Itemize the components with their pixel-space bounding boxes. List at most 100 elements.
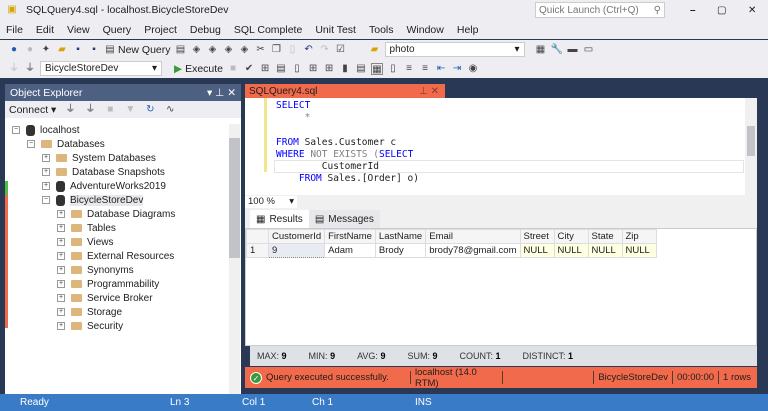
client-stats-icon[interactable]: ▮: [339, 63, 351, 75]
column-header[interactable]: State: [587, 229, 623, 244]
dmx-icon[interactable]: ◈: [207, 44, 219, 56]
expand-icon[interactable]: +: [42, 182, 50, 190]
forward-icon[interactable]: ●: [24, 44, 36, 56]
find-combo[interactable]: photo ▾: [384, 42, 525, 57]
results-to-grid-icon[interactable]: ▦: [371, 62, 384, 75]
live-stats-icon[interactable]: ⊞: [323, 63, 335, 75]
results-to-file-icon[interactable]: ▯: [387, 63, 399, 75]
query-icon[interactable]: ▤: [175, 44, 187, 56]
tab-results[interactable]: ▦ Results: [250, 210, 309, 228]
collapse-icon[interactable]: −: [12, 126, 20, 134]
expand-icon[interactable]: +: [57, 238, 65, 246]
tree-node[interactable]: + Database Diagrams: [5, 207, 241, 221]
toolbox-icon[interactable]: ▬: [567, 44, 579, 56]
table-cell[interactable]: NULL: [587, 243, 623, 258]
column-header[interactable]: FirstName: [324, 229, 376, 244]
activity-monitor-icon[interactable]: ∿: [164, 104, 176, 116]
collapse-icon[interactable]: −: [27, 140, 35, 148]
stop-icon[interactable]: ■: [227, 63, 239, 75]
find-folder-icon[interactable]: ▰: [369, 44, 381, 56]
open-file-icon[interactable]: ▰: [56, 44, 68, 56]
intellisense-icon[interactable]: ▤: [275, 63, 287, 75]
actual-plan-icon[interactable]: ⊞: [307, 63, 319, 75]
menu-file[interactable]: File: [6, 24, 23, 36]
column-header[interactable]: LastName: [374, 229, 427, 244]
menu-view[interactable]: View: [67, 24, 90, 36]
column-header[interactable]: Street: [519, 229, 555, 244]
table-cell[interactable]: NULL: [553, 243, 589, 258]
table-cell[interactable]: 9: [267, 243, 326, 258]
tree-node[interactable]: + Storage: [5, 305, 241, 319]
table-cell[interactable]: NULL: [621, 243, 657, 258]
mdx-icon[interactable]: ◈: [191, 44, 203, 56]
execute-button[interactable]: ▶ Execute: [174, 63, 223, 75]
new-project-icon[interactable]: ✦: [40, 44, 52, 56]
stop-icon[interactable]: ■: [104, 104, 116, 116]
command-window-icon[interactable]: ▭: [583, 44, 595, 56]
collapse-icon[interactable]: −: [42, 196, 50, 204]
expand-icon[interactable]: +: [57, 210, 65, 218]
menu-project[interactable]: Project: [144, 24, 177, 36]
tree-scrollbar[interactable]: [229, 124, 240, 394]
refresh-icon[interactable]: ↻: [144, 104, 156, 116]
disconnect-icon[interactable]: ⏚: [84, 104, 96, 116]
comment-icon[interactable]: ≡: [403, 63, 415, 75]
tab-sqlquery4[interactable]: SQLQuery4.sql ⊥ ✕: [245, 84, 445, 98]
expand-icon[interactable]: +: [57, 252, 65, 260]
query-editor[interactable]: SELECT * FROM Sales.Customer c WHERE NOT E…: [245, 98, 757, 195]
column-header[interactable]: Email: [425, 229, 521, 244]
menu-query[interactable]: Query: [103, 24, 132, 36]
table-cell[interactable]: Brody: [374, 243, 427, 258]
parse-icon[interactable]: ✔: [243, 63, 255, 75]
query-options-icon[interactable]: ▯: [291, 63, 303, 75]
connect-icon[interactable]: ⏚: [8, 63, 20, 75]
increase-indent-icon[interactable]: ⇥: [451, 63, 463, 75]
save-all-icon[interactable]: ▪: [88, 44, 100, 56]
cut-icon[interactable]: ✂: [255, 44, 267, 56]
menu-sql-complete[interactable]: SQL Complete: [234, 24, 302, 36]
undo-icon[interactable]: ↶: [303, 44, 315, 56]
tree-node[interactable]: + Database Snapshots: [5, 165, 241, 179]
tree-node[interactable]: + Synonyms: [5, 263, 241, 277]
expand-icon[interactable]: +: [57, 322, 65, 330]
expand-icon[interactable]: +: [57, 266, 65, 274]
tree-node[interactable]: − Databases: [5, 137, 241, 151]
expand-icon[interactable]: +: [57, 294, 65, 302]
column-header[interactable]: Zip: [621, 229, 657, 244]
estimated-plan-icon[interactable]: ⊞: [259, 63, 271, 75]
menu-edit[interactable]: Edit: [36, 24, 54, 36]
specify-values-icon[interactable]: ◉: [467, 63, 479, 75]
column-header[interactable]: City: [553, 229, 589, 244]
solution-icon[interactable]: ☑: [335, 44, 347, 56]
expand-icon[interactable]: +: [42, 154, 50, 162]
close-button[interactable]: ✕: [748, 5, 756, 16]
pane-controls[interactable]: ▾ ⊥ ✕: [207, 87, 236, 99]
wrench-icon[interactable]: 🔧: [551, 44, 563, 56]
column-header[interactable]: [246, 229, 269, 244]
back-icon[interactable]: ●: [8, 44, 20, 56]
column-header[interactable]: CustomerId: [267, 229, 326, 244]
minimize-button[interactable]: –: [690, 5, 696, 16]
tree-node[interactable]: − BicycleStoreDev: [5, 193, 241, 207]
connect-plug-icon[interactable]: ⏚: [64, 104, 76, 116]
uncomment-icon[interactable]: ≡: [419, 63, 431, 75]
close-tab-icon[interactable]: ⊥ ✕: [419, 86, 439, 97]
table-cell[interactable]: NULL: [519, 243, 555, 258]
save-icon[interactable]: ▪: [72, 44, 84, 56]
dax-icon[interactable]: ◈: [239, 44, 251, 56]
xmla-icon[interactable]: ◈: [223, 44, 235, 56]
tree-node[interactable]: − localhost: [5, 123, 241, 137]
tree-node[interactable]: + Service Broker: [5, 291, 241, 305]
maximize-button[interactable]: ▢: [717, 5, 726, 16]
properties-icon[interactable]: ▦: [535, 44, 547, 56]
menu-unit-test[interactable]: Unit Test: [315, 24, 356, 36]
expand-icon[interactable]: +: [57, 224, 65, 232]
menu-tools[interactable]: Tools: [369, 24, 394, 36]
table-cell[interactable]: 1: [246, 243, 269, 258]
menu-help[interactable]: Help: [457, 24, 479, 36]
expand-icon[interactable]: +: [42, 168, 50, 176]
tree-node[interactable]: + Security: [5, 319, 241, 333]
connect-button[interactable]: Connect ▾: [9, 104, 56, 116]
menu-debug[interactable]: Debug: [190, 24, 221, 36]
quick-launch-input[interactable]: Quick Launch (Ctrl+Q) ⚲: [535, 2, 665, 18]
